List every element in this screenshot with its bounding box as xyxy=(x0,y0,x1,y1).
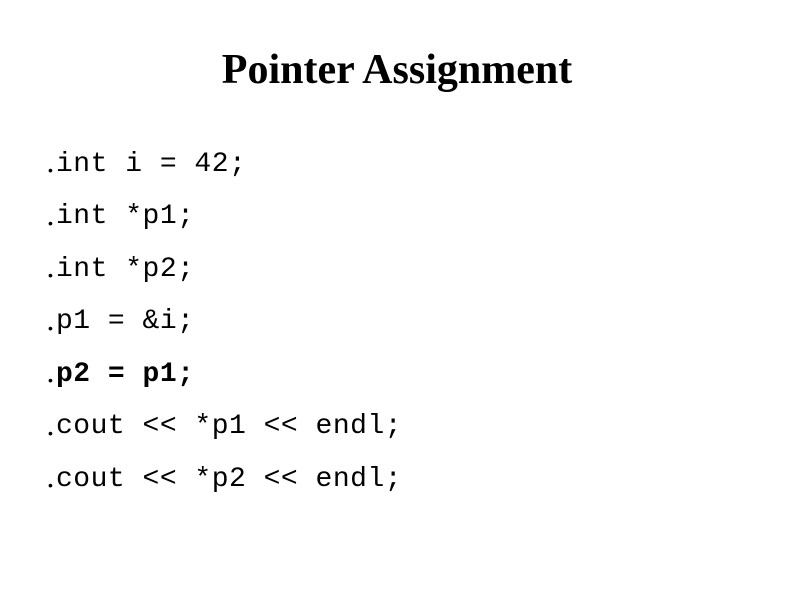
bullet-icon: • xyxy=(48,424,53,441)
code-text: int *p1; xyxy=(56,201,195,233)
code-bullet-list: • int i = 42; • int *p1; • int *p2; • p1… xyxy=(48,138,402,506)
code-line-highlighted: • p2 = p1; xyxy=(48,348,402,401)
code-line: • int *p2; xyxy=(48,243,402,296)
slide-title: Pointer Assignment xyxy=(221,47,573,93)
code-text: cout << *p2 << endl; xyxy=(56,463,403,495)
code-text: int *p2; xyxy=(56,253,195,285)
bullet-icon: • xyxy=(48,267,53,284)
code-line: • p1 = &i; xyxy=(48,296,402,349)
bullet-icon: • xyxy=(48,319,53,336)
bullet-icon: • xyxy=(48,214,53,231)
bullet-icon: • xyxy=(48,477,53,494)
bullet-icon: • xyxy=(48,162,53,179)
code-line: • int i = 42; xyxy=(48,138,402,191)
code-text: cout << *p1 << endl; xyxy=(56,411,403,443)
code-text: int i = 42; xyxy=(56,148,247,180)
code-line: • int *p1; xyxy=(48,191,402,244)
bullet-icon: • xyxy=(48,372,53,389)
code-line: • cout << *p2 << endl; xyxy=(48,453,402,506)
code-text: p2 = p1; xyxy=(56,358,195,390)
code-text: p1 = &i; xyxy=(56,306,195,338)
code-line: • cout << *p1 << endl; xyxy=(48,401,402,454)
